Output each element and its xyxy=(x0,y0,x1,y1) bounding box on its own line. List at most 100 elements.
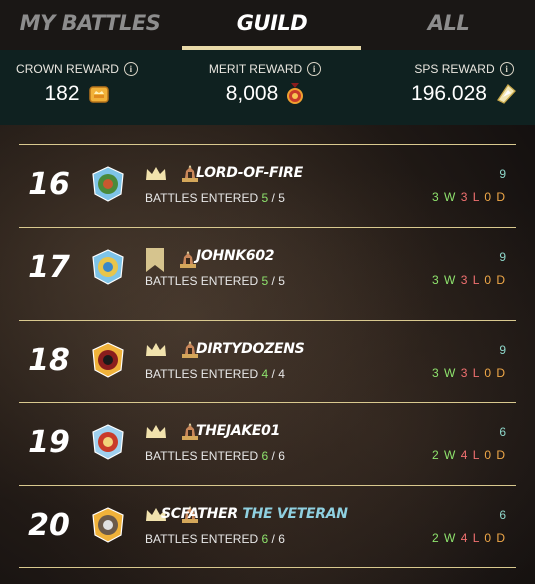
list-item[interactable]: 19 THEJAKE01 BATTLES ENTERED 6 / 662 W 4 L… xyxy=(19,402,516,485)
banner-flag-icon xyxy=(146,248,164,272)
tab-guild[interactable]: GUILD xyxy=(182,0,362,50)
player-badges xyxy=(145,423,199,441)
losses: 3 L xyxy=(460,366,480,380)
player-title: THE VETERAN xyxy=(242,506,348,522)
player-name-wrap[interactable]: THEJAKE01 xyxy=(196,423,280,439)
info-icon[interactable]: i xyxy=(499,62,514,76)
sps-reward: SPS REWARD i 196.028 xyxy=(405,62,523,106)
win-loss-draw: 2 W 4 L 0 D xyxy=(432,448,506,462)
points-value: 9 xyxy=(499,250,506,264)
rank-number: 16 xyxy=(28,167,70,202)
player-name-wrap[interactable]: JOHNK602 xyxy=(196,248,275,264)
battles-entered-label: BATTLES ENTERED xyxy=(145,191,259,205)
battles-entered-count: 5 xyxy=(261,274,269,288)
merit-reward: MERIT REWARD i 8,008 xyxy=(205,62,325,106)
player-avatar[interactable] xyxy=(90,166,126,202)
player-name: THEJAKE01 xyxy=(196,423,281,439)
battles-entered-count: 6 xyxy=(261,449,269,463)
win-loss-draw: 3 W 3 L 0 D xyxy=(432,190,506,204)
points-value: 9 xyxy=(499,167,506,181)
rank-number: 18 xyxy=(28,343,70,378)
battles-entered: BATTLES ENTERED 6 / 6 xyxy=(145,532,285,546)
wins: 2 W xyxy=(432,448,457,462)
losses: 3 L xyxy=(460,190,480,204)
crown-reward: CROWN REWARD i 182 xyxy=(14,62,140,106)
player-badges xyxy=(145,248,197,272)
guild-rank-icon xyxy=(180,251,196,268)
points-value: 6 xyxy=(499,508,506,522)
crown-chest-icon xyxy=(88,86,109,103)
player-badges xyxy=(145,165,199,183)
merit-reward-label: MERIT REWARD xyxy=(208,62,303,76)
info-icon[interactable]: i xyxy=(123,62,138,76)
wins: 3 W xyxy=(432,366,457,380)
player-avatar[interactable] xyxy=(90,342,126,378)
info-icon[interactable]: i xyxy=(307,62,322,76)
rank-number: 19 xyxy=(28,425,70,460)
win-loss-draw: 3 W 3 L 0 D xyxy=(432,366,506,380)
battles-total-count: 6 xyxy=(278,532,285,546)
battles-entered-label: BATTLES ENTERED xyxy=(145,274,259,288)
losses: 4 L xyxy=(460,448,480,462)
list-item[interactable]: 16 LORD-OF-FIRE BATTLES ENTERED 5 / 5 9 3 W … xyxy=(19,144,516,227)
sps-token-icon xyxy=(497,84,516,104)
losses: 3 L xyxy=(460,273,480,287)
crown-reward-label: CROWN REWARD xyxy=(16,62,119,76)
crown-icon xyxy=(146,167,166,180)
player-name: DIRTYDOZENS xyxy=(196,341,305,357)
player-avatar[interactable] xyxy=(90,249,126,285)
tab-all[interactable]: ALL xyxy=(362,0,535,50)
battles-entered-label: BATTLES ENTERED xyxy=(145,449,259,463)
list-item[interactable]: 20 SCFATHER THE VETERAN BATTLES ENTERED 6 … xyxy=(19,485,516,568)
battles-entered: BATTLES ENTERED 6 / 6 xyxy=(145,449,285,463)
draws: 0 D xyxy=(484,190,506,204)
rank-number: 17 xyxy=(28,250,70,285)
draws: 0 D xyxy=(484,531,506,545)
losses: 4 L xyxy=(460,531,480,545)
battles-entered-label: BATTLES ENTERED xyxy=(145,532,259,546)
crown-icon xyxy=(146,425,166,438)
wins: 2 W xyxy=(432,531,457,545)
player-avatar[interactable] xyxy=(90,424,126,460)
battles-entered-label: BATTLES ENTERED xyxy=(145,367,259,381)
player-name: LORD-OF-FIRE xyxy=(196,165,303,181)
player-badges xyxy=(145,341,199,359)
merit-medal-icon xyxy=(287,83,304,104)
tab-bar: MY BATTLES GUILD ALL xyxy=(0,0,535,50)
draws: 0 D xyxy=(484,448,506,462)
draws: 0 D xyxy=(484,366,506,380)
win-loss-draw: 2 W 4 L 0 D xyxy=(432,531,506,545)
points-value: 6 xyxy=(499,425,506,439)
wins: 3 W xyxy=(432,273,457,287)
win-loss-draw: 3 W 3 L 0 D xyxy=(432,273,506,287)
draws: 0 D xyxy=(484,273,506,287)
list-item[interactable]: 17 JOHNK602 BATTLES ENTERED 5 / 5 9 3 W 3 L … xyxy=(19,227,516,310)
list-divider xyxy=(19,567,516,568)
wins: 3 W xyxy=(432,190,457,204)
rewards-panel: CROWN REWARD i 182 MERIT REWARD i 8,008 SP… xyxy=(0,50,535,125)
battles-entered-count: 6 xyxy=(261,532,269,546)
tab-my-battles[interactable]: MY BATTLES xyxy=(0,0,180,50)
battles-entered: BATTLES ENTERED 4 / 4 xyxy=(145,367,285,381)
battles-total-count: 4 xyxy=(278,367,285,381)
list-item[interactable]: 18 DIRTYDOZENS BATTLES ENTERED 4 / 4 9 3 W 3… xyxy=(19,320,516,403)
player-name: SCFATHER xyxy=(161,506,238,522)
player-name-wrap[interactable]: LORD-OF-FIRE xyxy=(196,165,303,181)
crown-icon xyxy=(146,343,166,356)
battles-total-count: 5 xyxy=(278,191,285,205)
rank-number: 20 xyxy=(28,508,70,543)
merit-reward-value: 8,008 xyxy=(225,82,279,105)
sps-reward-label: SPS REWARD xyxy=(414,62,495,76)
sps-reward-value: 196.028 xyxy=(411,82,487,105)
player-name-wrap[interactable]: DIRTYDOZENS xyxy=(196,341,305,357)
battles-entered-count: 4 xyxy=(261,367,269,381)
battles-total-count: 5 xyxy=(278,274,285,288)
player-avatar[interactable] xyxy=(90,507,126,543)
player-name-wrap[interactable]: SCFATHER THE VETERAN xyxy=(161,506,348,522)
battles-total-count: 6 xyxy=(278,449,285,463)
battles-entered-count: 5 xyxy=(261,191,269,205)
player-name: JOHNK602 xyxy=(196,248,275,264)
crown-reward-value: 182 xyxy=(44,82,80,105)
battles-entered: BATTLES ENTERED 5 / 5 xyxy=(145,274,285,288)
battles-entered: BATTLES ENTERED 5 / 5 xyxy=(145,191,285,205)
